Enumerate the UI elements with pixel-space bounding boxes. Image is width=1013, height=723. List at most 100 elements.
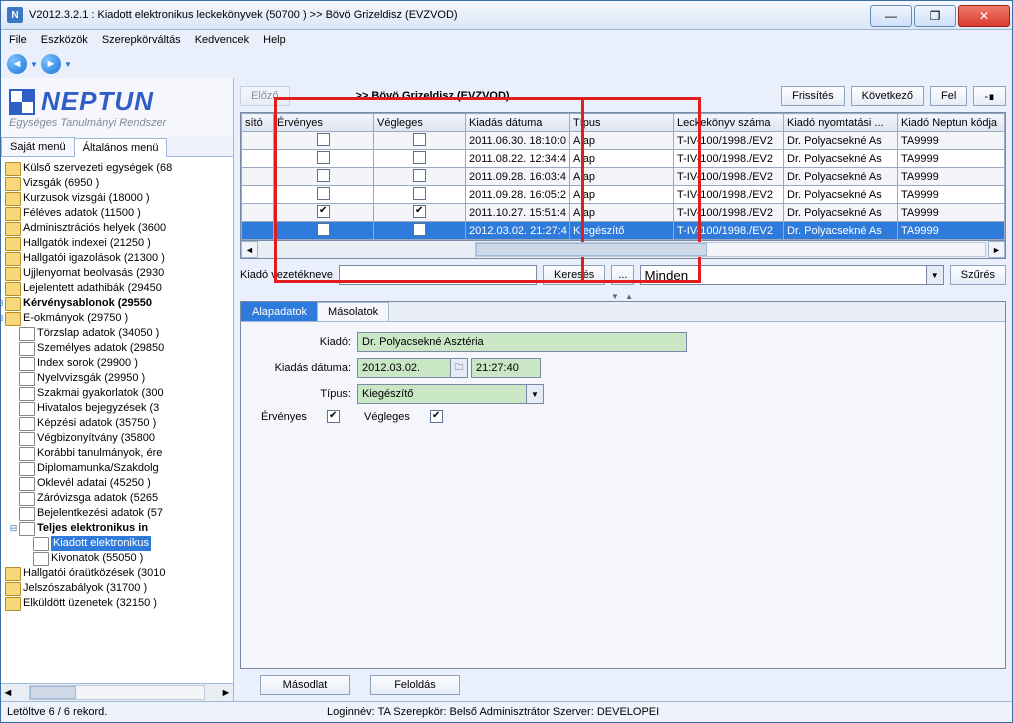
table-row[interactable]: 2011.09.28. 16:03:4AlapT-IV-100/1998./EV… — [242, 168, 1005, 186]
filter-button[interactable]: Szűrés — [950, 265, 1006, 285]
issue-time-value[interactable]: 21:27:40 — [471, 358, 541, 378]
next-record-button[interactable]: Következő — [851, 86, 924, 106]
duplicate-button[interactable]: Másodlat — [260, 675, 350, 695]
type-combo-drop[interactable]: ▼ — [527, 384, 544, 404]
row-checkbox[interactable] — [413, 169, 426, 182]
menu-roleswitch[interactable]: Szerepkörváltás — [102, 34, 181, 46]
tree-item[interactable]: Kivonatok (55050 ) — [33, 551, 231, 566]
row-checkbox[interactable] — [413, 223, 426, 236]
tree-item[interactable]: Féléves adatok (11500 ) — [5, 206, 231, 221]
maximize-button[interactable]: ❐ — [914, 5, 956, 27]
row-checkbox[interactable] — [317, 187, 330, 200]
tab-copies[interactable]: Másolatok — [317, 302, 389, 321]
row-checkbox[interactable] — [413, 151, 426, 164]
tree-item[interactable]: Külső szervezeti egységek (68 — [5, 161, 231, 176]
pin-button[interactable]: -∎ — [973, 86, 1006, 106]
tree-item[interactable]: Bejelentkezési adatok (57 — [19, 506, 231, 521]
tree-item[interactable]: Lejelentett adathibák (29450 — [5, 281, 231, 296]
row-checkbox[interactable] — [317, 133, 330, 146]
grid-hscroll[interactable]: ◄ ► — [240, 241, 1006, 259]
row-checkbox[interactable] — [413, 187, 426, 200]
tree-item[interactable]: ⊞Kérvénysablonok (29550 — [5, 296, 231, 311]
up-button[interactable]: Fel — [930, 86, 967, 106]
grid-header[interactable]: Kiadás dátuma — [466, 114, 570, 132]
issue-date-value[interactable]: 2012.03.02. — [357, 358, 451, 378]
type-combo[interactable]: Kiegészítő — [357, 384, 527, 404]
table-row[interactable]: 2011.10.27. 15:51:4AlapT-IV-100/1998./EV… — [242, 204, 1005, 222]
tree-item[interactable]: Oklevél adatai (45250 ) — [19, 476, 231, 491]
grid-header[interactable]: Végleges — [374, 114, 466, 132]
row-checkbox[interactable] — [413, 205, 426, 218]
tree-item[interactable]: Elküldött üzenetek (32150 ) — [5, 596, 231, 611]
tree-item[interactable]: Adminisztrációs helyek (3600 — [5, 221, 231, 236]
menu-tools[interactable]: Eszközök — [41, 34, 88, 46]
tree-item-label: Kérvénysablonok (29550 — [23, 296, 152, 311]
calendar-icon[interactable]: 🗀 — [451, 358, 468, 378]
tree-item[interactable]: Hallgatói óraütközések (3010 — [5, 566, 231, 581]
splitter[interactable]: ▼ ▲ — [240, 291, 1006, 301]
tree-item[interactable]: Szakmai gyakorlatok (300 — [19, 386, 231, 401]
nav-back-drop[interactable]: ▼ — [29, 60, 39, 69]
tree-item[interactable]: Nyelvvizsgák (29950 ) — [19, 371, 231, 386]
nav-forward-button[interactable]: ► — [41, 54, 61, 74]
tree-item[interactable]: Záróvizsga adatok (5265 — [19, 491, 231, 506]
grid-header[interactable]: Kiadó nyomtatási ... — [784, 114, 898, 132]
filter-combo-drop[interactable]: ▼ — [927, 265, 944, 285]
grid-header[interactable]: sító — [242, 114, 274, 132]
nav-tree[interactable]: Külső szervezeti egységek (68Vizsgák (69… — [1, 157, 233, 683]
grid-header[interactable]: Kiadó Neptun kódja — [898, 114, 1005, 132]
tree-item[interactable]: Kurzusok vizsgái (18000 ) — [5, 191, 231, 206]
grid-header[interactable]: Érvényes — [274, 114, 374, 132]
close-button[interactable]: ✕ — [958, 5, 1010, 27]
tree-item[interactable]: Jelszószabályok (31700 ) — [5, 581, 231, 596]
grid-header[interactable]: Leckekönyv száma — [674, 114, 784, 132]
unlock-button[interactable]: Feloldás — [370, 675, 460, 695]
row-checkbox[interactable] — [317, 223, 330, 236]
menu-help[interactable]: Help — [263, 34, 286, 46]
tree-item[interactable]: ⊟E-okmányok (29750 ) — [5, 311, 231, 326]
row-checkbox[interactable] — [317, 151, 330, 164]
table-row[interactable]: 2011.08.22. 12:34:4AlapT-IV-100/1998./EV… — [242, 150, 1005, 168]
search-button[interactable]: Keresés — [543, 265, 605, 285]
menu-file[interactable]: File — [9, 34, 27, 46]
search-more-button[interactable]: ... — [611, 265, 634, 285]
tree-item[interactable]: Index sorok (29900 ) — [19, 356, 231, 371]
tree-item-label: Kiadott elektronikus — [51, 536, 151, 551]
tree-item[interactable]: ⊟Teljes elektronikus in — [19, 521, 231, 536]
tree-item[interactable]: Diplomamunka/Szakdolg — [19, 461, 231, 476]
grid-header[interactable]: Típus — [570, 114, 674, 132]
row-checkbox[interactable] — [317, 169, 330, 182]
tree-item[interactable]: Hallgatói igazolások (21300 ) — [5, 251, 231, 266]
tab-general-menu[interactable]: Általános menü — [74, 138, 168, 157]
tree-item[interactable]: Ujjlenyomat beolvasás (2930 — [5, 266, 231, 281]
tree-item[interactable]: Hallgatók indexei (21250 ) — [5, 236, 231, 251]
tree-item[interactable]: Törzslap adatok (34050 ) — [19, 326, 231, 341]
filter-combo[interactable] — [640, 265, 926, 285]
row-checkbox[interactable] — [317, 205, 330, 218]
nav-back-button[interactable]: ◄ — [7, 54, 27, 74]
search-input[interactable] — [339, 265, 537, 285]
tree-item-label: Személyes adatok (29850 — [37, 341, 164, 356]
valid-checkbox[interactable] — [327, 410, 340, 423]
tree-item[interactable]: Kiadott elektronikus — [33, 536, 231, 551]
tree-item[interactable]: Képzési adatok (35750 ) — [19, 416, 231, 431]
tree-item[interactable]: Hivatalos bejegyzések (3 — [19, 401, 231, 416]
tree-hscroll[interactable]: ◄ ► — [1, 683, 233, 701]
table-row[interactable]: 2012.03.02. 21:27:4KiegészítőT-IV-100/19… — [242, 222, 1005, 240]
tree-item[interactable]: Vizsgák (6950 ) — [5, 176, 231, 191]
refresh-button[interactable]: Frissítés — [781, 86, 845, 106]
tab-basic-data[interactable]: Alapadatok — [241, 302, 318, 321]
table-row[interactable]: 2011.09.28. 16:05:2AlapT-IV-100/1998./EV… — [242, 186, 1005, 204]
tree-item[interactable]: Végbizonyítvány (35800 — [19, 431, 231, 446]
final-checkbox[interactable] — [430, 410, 443, 423]
table-row[interactable]: 2011.06.30. 18:10:0AlapT-IV-100/1998./EV… — [242, 132, 1005, 150]
tab-own-menu[interactable]: Saját menü — [1, 137, 75, 156]
nav-forward-drop[interactable]: ▼ — [63, 60, 73, 69]
minimize-button[interactable]: — — [870, 5, 912, 27]
tree-item[interactable]: Korábbi tanulmányok, ére — [19, 446, 231, 461]
row-checkbox[interactable] — [413, 133, 426, 146]
tree-item[interactable]: Személyes adatok (29850 — [19, 341, 231, 356]
prev-record-button[interactable]: Előző — [240, 86, 290, 106]
menu-favorites[interactable]: Kedvencek — [195, 34, 249, 46]
records-grid[interactable]: sítóÉrvényesVéglegesKiadás dátumaTípusLe… — [240, 112, 1006, 241]
